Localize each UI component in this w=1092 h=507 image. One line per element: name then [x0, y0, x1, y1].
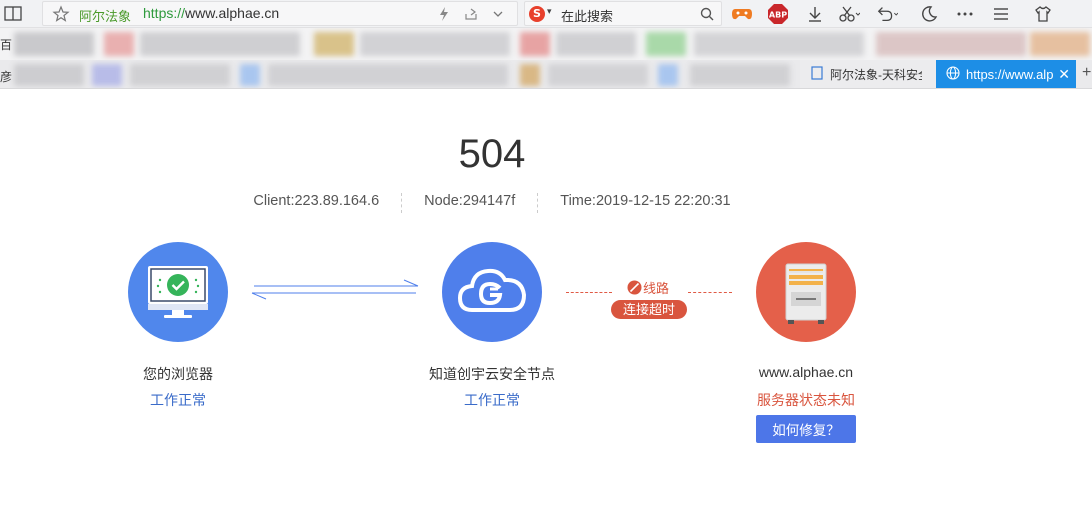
server-node-status: 服务器状态未知 — [757, 392, 855, 408]
moon-icon[interactable] — [918, 3, 940, 25]
browser-node-icon — [128, 242, 228, 342]
search-placeholder: 在此搜索 — [561, 9, 614, 24]
lightning-icon[interactable] — [437, 6, 451, 27]
server-node-icon — [756, 242, 856, 342]
browser-node-status: 工作正常 — [150, 392, 206, 408]
bookmark-item[interactable] — [14, 32, 94, 56]
tab-current[interactable]: https://www.alphae.cn ✕ — [936, 60, 1076, 88]
tab-item[interactable] — [92, 64, 122, 86]
connection-arrows-icon — [251, 279, 419, 300]
cdn-node-icon — [442, 242, 542, 342]
how-to-fix-button[interactable]: 如何修复？ — [756, 415, 856, 443]
game-icon[interactable] — [731, 3, 753, 25]
tab-item[interactable] — [520, 64, 540, 86]
adblock-label: ABP — [769, 11, 787, 20]
tab-partial[interactable]: 彦 — [0, 68, 12, 85]
error-meta: Client:223.89.164.6 Node:294147f Time:20… — [0, 193, 984, 213]
bookmark-item[interactable] — [876, 32, 1026, 56]
bookmark-item[interactable] — [360, 32, 510, 56]
bookmark-item[interactable] — [646, 32, 686, 56]
page-icon — [810, 66, 824, 83]
cdn-node-name: 知道创宇云安全节点 — [429, 366, 555, 382]
bookmark-item[interactable] — [1030, 32, 1090, 56]
connection-line — [566, 292, 612, 293]
link-label: 线路 — [643, 281, 670, 296]
search-box[interactable]: ▾ 在此搜索 — [524, 1, 722, 26]
new-tab-button[interactable]: + — [1082, 64, 1091, 82]
tab-label: 阿尔法象-天科安全 — [830, 68, 922, 82]
blocked-icon — [627, 280, 642, 300]
url-text[interactable]: https://www.alphae.cn — [143, 5, 279, 21]
more-icon[interactable] — [954, 3, 976, 25]
globe-icon — [946, 66, 960, 83]
bookmark-item[interactable] — [104, 32, 134, 56]
close-icon[interactable]: ✕ — [1058, 66, 1070, 83]
bookmark-item[interactable] — [694, 32, 864, 56]
chevron-down-icon[interactable]: ▾ — [547, 6, 552, 17]
client-ip: Client:223.89.164.6 — [253, 193, 380, 209]
tab-item[interactable] — [14, 64, 84, 86]
timestamp: Time:2019-12-15 22:20:31 — [560, 193, 731, 209]
tab-alphae-security[interactable]: 阿尔法象-天科安全 — [800, 60, 936, 88]
site-name: 阿尔法象 — [79, 9, 132, 24]
url-scheme: https:// — [143, 5, 186, 21]
adblock-icon[interactable]: ABP — [767, 3, 789, 25]
url-host: www.alphae.cn — [185, 5, 280, 21]
error-code: 504 — [458, 132, 526, 176]
node-id: Node:294147f — [424, 193, 516, 209]
share-icon[interactable] — [463, 6, 479, 27]
connection-line — [688, 292, 732, 293]
scissors-icon[interactable] — [838, 3, 860, 25]
server-node-name: www.alphae.cn — [758, 364, 854, 380]
cdn-node-status: 工作正常 — [464, 392, 520, 408]
bookmark-item[interactable] — [520, 32, 550, 56]
shirt-icon[interactable] — [1032, 3, 1054, 25]
search-engine-icon[interactable] — [529, 6, 545, 22]
bookmark-item[interactable] — [314, 32, 354, 56]
menu-icon[interactable] — [990, 3, 1012, 25]
tab-item[interactable] — [548, 64, 648, 86]
tab-item[interactable] — [690, 64, 790, 86]
tab-item[interactable] — [658, 64, 678, 86]
timeout-badge: 连接超时 — [611, 300, 687, 319]
browser-toolbar: 阿尔法象 https://www.alphae.cn ▾ 在此搜索 ABP — [0, 0, 1092, 28]
chevron-down-icon[interactable] — [491, 6, 505, 27]
address-bar[interactable]: 阿尔法象 https://www.alphae.cn — [42, 1, 518, 26]
star-icon[interactable] — [52, 5, 70, 28]
bookmark-item[interactable] — [556, 32, 636, 56]
tab-item[interactable] — [130, 64, 230, 86]
tab-label: https://www.alphae.cn — [966, 67, 1054, 82]
sidebar-icon[interactable] — [2, 4, 24, 24]
browser-node-name: 您的浏览器 — [143, 366, 213, 382]
bookmarks-bar: 百 — [0, 28, 1092, 60]
search-icon[interactable] — [699, 6, 715, 27]
bookmark-partial[interactable]: 百 — [0, 36, 12, 53]
tab-strip: 彦 阿尔法象-天科安全 https://www.alphae.cn ✕ + — [0, 60, 1092, 89]
undo-icon[interactable] — [876, 3, 898, 25]
tab-item[interactable] — [268, 64, 508, 86]
bookmark-item[interactable] — [140, 32, 300, 56]
tab-item[interactable] — [240, 64, 260, 86]
download-icon[interactable] — [804, 3, 826, 25]
